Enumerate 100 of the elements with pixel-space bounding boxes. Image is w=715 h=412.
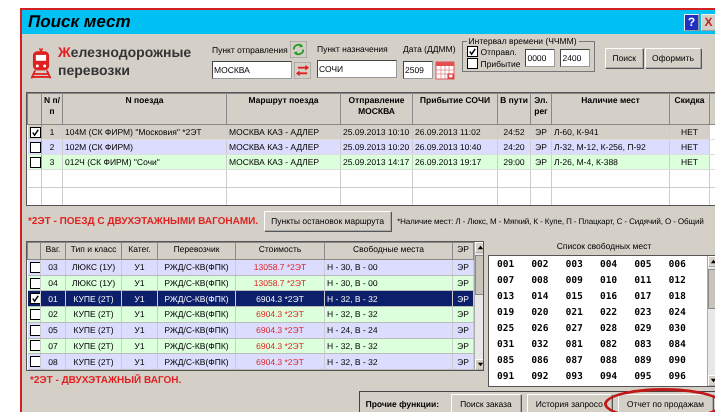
seat-number[interactable]: 090 [668,355,703,370]
column-header[interactable]: Маршрут поезда [226,94,340,124]
seat-number[interactable]: 008 [531,275,566,290]
checkbox[interactable] [466,58,478,69]
route-stops-button[interactable]: Пункты остановок маршрута [264,211,392,231]
checkbox[interactable] [30,142,40,152]
checkbox[interactable] [30,262,40,273]
column-header[interactable]: ЭР [452,242,474,260]
seat-number[interactable]: 016 [600,291,634,306]
column-header[interactable]: Прибытие СОЧИ [412,94,498,124]
function-button[interactable]: История запросо [526,394,612,412]
destination-field[interactable]: СОЧИ [317,60,397,78]
seat-legend: *Наличие мест: Л - Люкс, М - Мягкий, К - Купе, П - Плацкарт, С - Сидячий, О - Общий [397,216,704,226]
column-header[interactable]: Катег. [122,242,158,260]
function-button[interactable]: Отчет по продажам [618,394,713,412]
close-button[interactable]: X [701,14,715,30]
seat-number[interactable]: 028 [600,323,634,338]
seat-number[interactable]: 082 [600,339,634,354]
function-button[interactable]: Поиск заказа [451,394,521,412]
seat-number[interactable]: 002 [531,259,566,274]
checkbox[interactable] [30,340,40,352]
seat-number[interactable]: 001 [497,259,532,274]
column-header[interactable]: В пути [498,94,530,124]
seat-number[interactable]: 084 [668,339,703,354]
column-header[interactable]: N п/п [42,94,62,124]
column-header[interactable]: Тип и класс [66,242,122,260]
seat-number[interactable]: 086 [531,355,566,370]
seat-number[interactable]: 003 [566,259,600,274]
column-header[interactable]: N поезда [62,94,226,124]
action-button[interactable]: Оформить [645,48,702,68]
seat-number[interactable]: 083 [634,339,669,354]
table-cell: 6904.3 *2ЭТ [236,354,324,370]
seat-number[interactable]: 092 [531,371,566,386]
departure-field[interactable]: МОСКВА [212,61,292,79]
checkbox[interactable] [30,308,40,320]
seat-number[interactable]: 013 [497,291,532,306]
column-header[interactable]: Ваг. [40,242,66,260]
seat-number[interactable]: 023 [634,307,669,322]
seat-number[interactable]: 006 [668,259,703,274]
column-header[interactable]: Наличие мест [552,94,670,124]
seat-number[interactable]: 085 [497,355,532,370]
column-header[interactable]: Эл. рег [530,94,552,124]
checkbox[interactable] [30,324,40,336]
seat-number[interactable]: 009 [566,275,600,290]
seat-number[interactable]: 017 [634,291,669,306]
help-button[interactable]: ? [684,14,699,30]
seat-number[interactable]: 091 [497,371,532,386]
seat-list-title: Список свободных мест [556,241,652,253]
seat-number[interactable]: 012 [668,275,703,290]
scroll-down-icon[interactable] [475,359,483,370]
seat-number[interactable]: 014 [531,291,566,306]
seat-number[interactable]: 094 [600,371,634,386]
checkbox[interactable] [30,293,40,304]
seat-number[interactable]: 093 [566,371,600,386]
seat-number[interactable]: 088 [600,355,634,370]
date-field[interactable]: 2509 [403,61,433,79]
seat-number[interactable]: 021 [566,307,600,322]
seat-number[interactable]: 031 [497,339,532,354]
seat-number[interactable]: 032 [531,339,566,354]
scrollbar[interactable] [474,242,483,370]
column-header[interactable]: Свободные места [324,242,452,260]
seat-number[interactable]: 026 [531,323,566,338]
seat-number[interactable]: 015 [566,291,600,306]
seat-number[interactable]: 089 [634,355,669,370]
swap-icon[interactable] [294,62,311,78]
seat-number[interactable]: 087 [566,355,600,370]
checkbox[interactable] [30,278,40,289]
seat-number[interactable]: 030 [668,323,703,338]
checkbox[interactable] [30,156,40,168]
seat-number[interactable]: 022 [600,307,634,322]
seat-number[interactable]: 025 [497,323,532,338]
destination-label: Пункт назначения [317,43,389,56]
seat-number[interactable]: 024 [668,307,703,322]
seat-number[interactable]: 010 [600,275,634,290]
seat-number[interactable]: 007 [497,275,532,290]
seat-number[interactable]: 019 [497,307,532,322]
scroll-up-icon[interactable] [475,242,483,253]
time-from-field[interactable]: 0000 [525,48,556,66]
table-cell: У1 [122,260,158,276]
time-to-field[interactable]: 2400 [560,48,590,66]
seat-number[interactable]: 020 [531,307,566,322]
seat-number[interactable]: 011 [634,275,669,290]
seat-number[interactable]: 096 [668,371,703,386]
column-header[interactable]: Скидка [670,94,710,124]
action-button[interactable]: Поиск [605,48,644,68]
checkbox[interactable] [30,356,40,368]
checkbox[interactable] [30,126,40,138]
seat-number[interactable]: 095 [634,371,669,386]
seat-number[interactable]: 029 [634,323,669,338]
checkbox[interactable] [466,46,478,57]
scroll-thumb[interactable] [475,255,483,295]
column-header[interactable]: Отправление МОСКВА [340,94,412,124]
calendar-icon[interactable] [435,60,455,80]
column-header[interactable]: Стоимость [236,242,324,260]
seat-number[interactable]: 004 [600,259,634,274]
seat-number[interactable]: 027 [566,323,600,338]
seat-number[interactable]: 005 [634,259,669,274]
seat-number[interactable]: 081 [566,339,600,354]
seat-number[interactable]: 018 [668,291,703,306]
column-header[interactable]: Перевозчик [158,242,236,260]
